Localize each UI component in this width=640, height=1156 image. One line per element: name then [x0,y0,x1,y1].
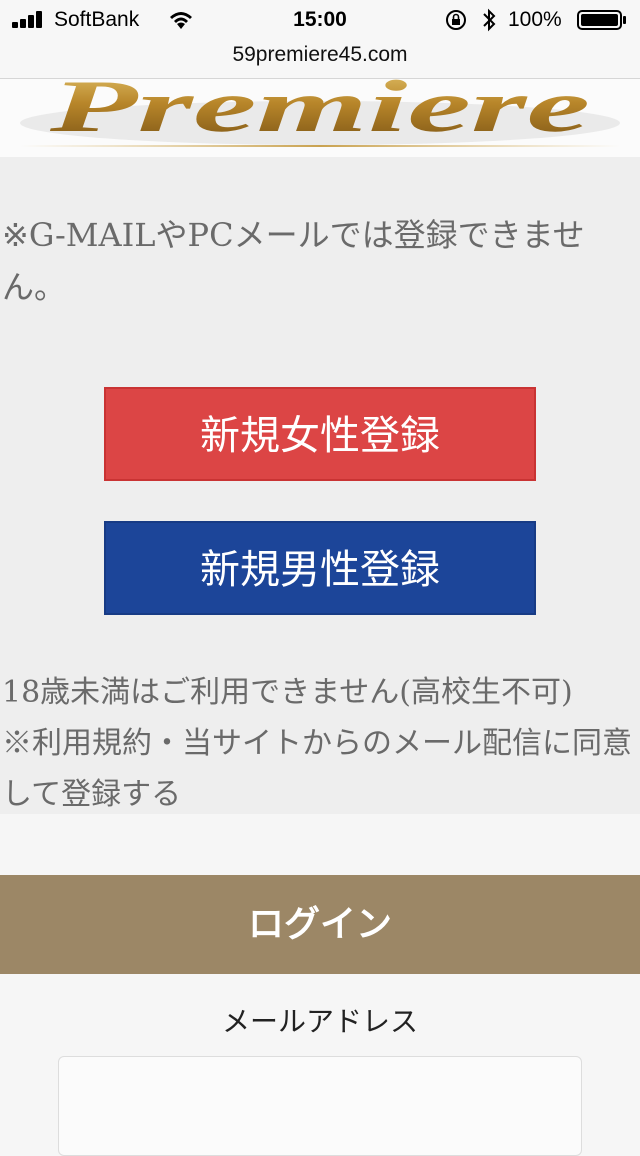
site-header: Premiere [0,79,640,157]
register-female-button[interactable]: 新規女性登録 [104,387,536,481]
status-bar: SoftBank 15:00 100% [0,0,640,40]
bluetooth-icon [483,8,496,32]
registration-section: ※G-MAILやPCメールでは登録できません。 新規女性登録 新規男性登録 18… [0,157,640,814]
terms-agreement-notice: ※利用規約・当サイトからのメール配信に同意して登録する [2,726,632,812]
email-label: メールアドレス [221,1005,418,1038]
rotation-lock-icon [446,10,466,30]
email-input[interactable] [58,1056,582,1156]
email-restriction-notice: ※G-MAILやPCメールでは登録できません。 [2,216,585,306]
login-title: ログイン [0,875,640,974]
url-text: 59premiere45.com [232,43,408,66]
battery-icon [577,10,626,30]
age-restriction-notice: 18歳未満はご利用できません(高校生不可) [2,675,573,710]
premiere-logo: Premiere [20,79,620,148]
battery-percent: 100% [508,8,562,31]
legal-notice: 18歳未満はご利用できません(高校生不可) ※利用規約・当サイトからのメール配信… [2,667,638,820]
url-bar[interactable]: 59premiere45.com [0,40,640,79]
register-male-button[interactable]: 新規男性登録 [104,521,536,615]
svg-text:Premiere: Premiere [48,79,590,148]
